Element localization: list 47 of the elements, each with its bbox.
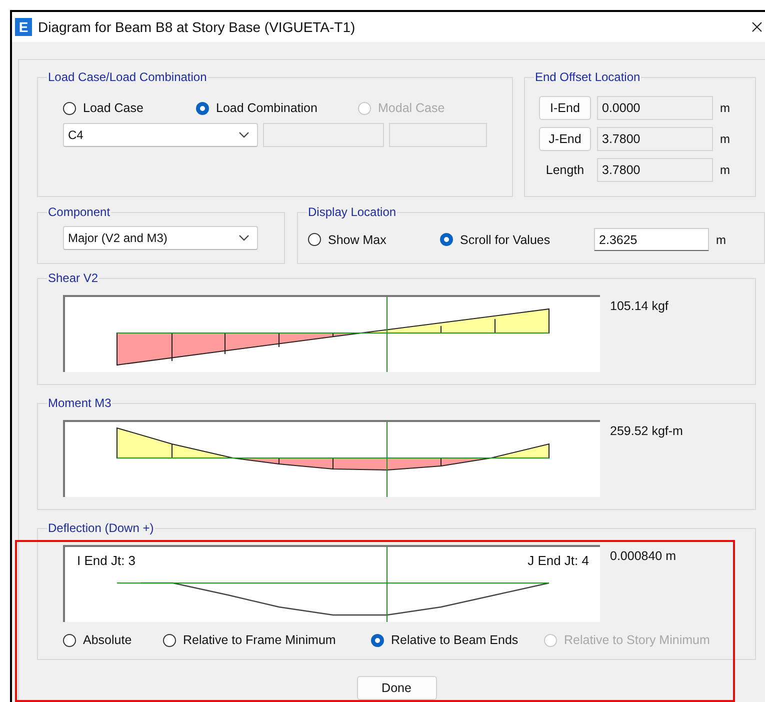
radio-label: Show Max: [328, 232, 386, 246]
chevron-down-icon: [239, 235, 249, 241]
radio-label: Absolute: [83, 633, 132, 647]
radio-label: Scroll for Values: [460, 232, 550, 246]
end-button[interactable]: I-End: [539, 96, 591, 120]
group-title: Component: [47, 205, 112, 219]
radio-label: Load Combination: [216, 101, 318, 115]
done-button[interactable]: Done: [356, 676, 436, 700]
combination-dropdown[interactable]: C4: [63, 123, 258, 147]
group-title: Load Case/Load Combination: [47, 70, 208, 84]
end-button[interactable]: J-End: [539, 127, 591, 151]
field-label: Length: [544, 163, 586, 177]
group-title: Deflection (Down +): [47, 521, 155, 535]
chevron-down-icon: [239, 132, 249, 138]
group-title: Moment M3: [47, 396, 112, 410]
radio-label: Relative to Story Minimum: [564, 633, 710, 647]
readonly-field: 3.7800: [597, 158, 713, 182]
max-value-label: 105.14 kgf: [610, 299, 668, 313]
window-title: Diagram for Beam B8 at Story Base (VIGUETA-T1): [38, 19, 356, 35]
radio-button[interactable]: [63, 102, 76, 114]
group-title: Display Location: [307, 205, 398, 219]
group-title: End Offset Location: [534, 70, 642, 84]
end-joint-label: J End Jt: 4: [528, 553, 589, 568]
readonly-field: 0.0000: [597, 96, 713, 120]
unit-label: m: [720, 163, 730, 177]
radio-button[interactable]: [440, 233, 454, 246]
unit-label: m: [716, 232, 726, 246]
radio-button[interactable]: [63, 634, 76, 646]
unit-label: m: [720, 132, 730, 146]
radio-button[interactable]: [196, 102, 209, 114]
radio-button[interactable]: [371, 634, 384, 646]
radio-button[interactable]: [163, 634, 176, 646]
radio-label: Load Case: [83, 101, 144, 115]
max-value-label: 0.000840 m: [610, 549, 676, 563]
radio-label: Relative to Frame Minimum: [183, 633, 336, 647]
radio-label: Modal Case: [378, 101, 445, 115]
group-title: Shear V2: [47, 271, 100, 285]
max-value-label: 259.52 kgf-m: [610, 424, 683, 438]
app-icon: E: [15, 18, 32, 36]
readonly-field: 3.7800: [597, 127, 713, 151]
end-joint-label: I End Jt: 3: [77, 553, 136, 568]
unit-label: m: [720, 101, 730, 115]
close-icon[interactable]: [752, 22, 762, 32]
radio-label: Relative to Beam Ends: [391, 633, 518, 647]
radio-button[interactable]: [308, 233, 322, 246]
location-field[interactable]: 2.3625: [594, 228, 710, 251]
component-dropdown[interactable]: Major (V2 and M3): [63, 226, 258, 250]
